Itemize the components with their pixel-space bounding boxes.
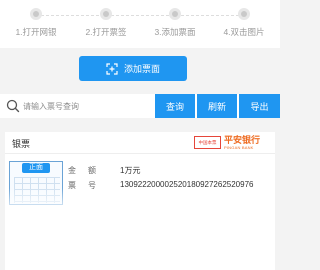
amount-key-2: 额 — [88, 166, 96, 175]
search-input[interactable] — [23, 101, 143, 111]
step-3: 3.添加票面 — [140, 8, 210, 38]
search-box — [6, 96, 154, 116]
step-label: 3.添加票面 — [154, 27, 196, 37]
search-bar: 查询 刷新 导出 — [0, 94, 280, 118]
step-1: 1.打开网银 — [1, 8, 71, 38]
export-button[interactable]: 导出 — [239, 94, 280, 118]
query-button[interactable]: 查询 — [155, 94, 195, 118]
bank-name-cn: 平安银行 — [224, 135, 261, 145]
step-4: 4.双击图片 — [209, 8, 279, 38]
card-header: 银票 中国本票 平安银行 PINGAN BANK — [5, 132, 275, 154]
search-icon — [6, 99, 20, 113]
add-bill-face-label: 添加票面 — [123, 64, 160, 74]
amount-value: 1万元 — [120, 166, 141, 175]
front-badge: 正面 — [22, 163, 50, 173]
step-dot-icon — [238, 8, 250, 20]
bill-card[interactable]: 银票 中国本票 平安银行 PINGAN BANK 正面 金 额 1万元 票 号 … — [5, 132, 275, 270]
step-dot-icon — [169, 8, 181, 20]
step-dot-icon — [100, 8, 112, 20]
step-label: 4.双击图片 — [223, 27, 265, 37]
step-dot-icon — [30, 8, 42, 20]
bank-name-en: PINGAN BANK — [224, 145, 254, 150]
step-label: 1.打开网银 — [15, 27, 57, 37]
bank-logo: 平安银行 PINGAN BANK — [224, 135, 272, 150]
card-title: 银票 — [12, 139, 31, 149]
step-label: 2.打开票签 — [85, 27, 127, 37]
add-bill-face-button[interactable]: 添加票面 — [79, 56, 187, 81]
step-2: 2.打开票签 — [71, 8, 141, 38]
add-image-icon — [106, 62, 118, 75]
refresh-button[interactable]: 刷新 — [197, 94, 237, 118]
amount-key-1: 金 — [68, 166, 76, 175]
amount-row: 金 额 1万元 — [68, 165, 140, 176]
steps-bar: 1.打开网银 2.打开票签 3.添加票面 4.双击图片 — [0, 0, 280, 48]
bank-tag: 中国本票 — [194, 136, 221, 149]
card-fade-overlay — [5, 188, 275, 270]
